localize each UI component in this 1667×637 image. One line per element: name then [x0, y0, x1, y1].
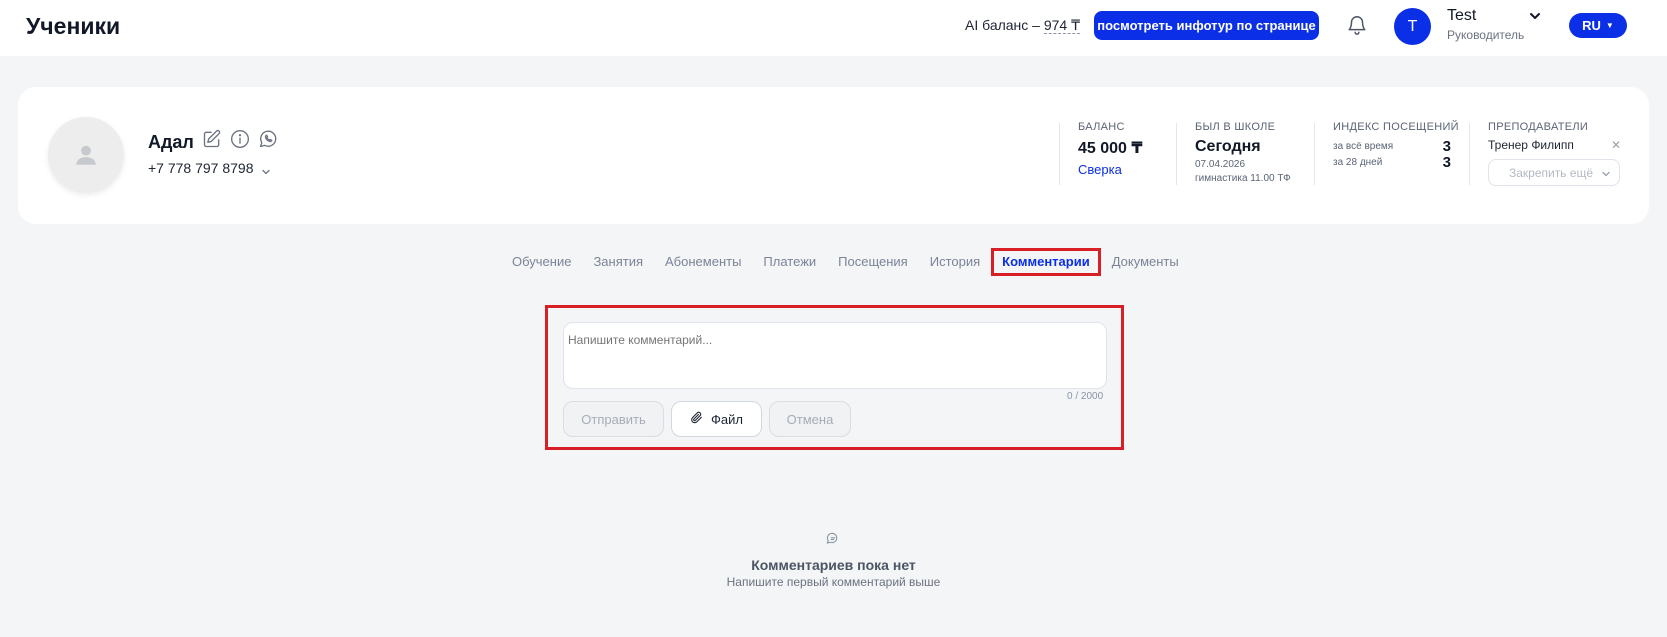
student-phone: +7 778 797 8798	[148, 160, 254, 176]
attendance-stat: ИНДЕКС ПОСЕЩЕНИЙ за всё время 3 за 28 дн…	[1333, 121, 1459, 171]
attendance-row: за 28 дней 3	[1333, 153, 1451, 171]
user-role: Руководитель	[1447, 28, 1525, 42]
send-button[interactable]: Отправить	[563, 401, 664, 437]
tab-payments[interactable]: Платежи	[752, 254, 827, 270]
avatar	[48, 117, 124, 193]
language-button[interactable]: RU ▼	[1569, 13, 1627, 38]
paperclip-icon	[690, 411, 703, 427]
last-seen-date: 07.04.2026	[1195, 159, 1246, 170]
divider	[1314, 123, 1315, 185]
tab-lessons[interactable]: Занятия	[582, 254, 654, 270]
chevron-down-icon	[1601, 168, 1611, 178]
balance-label: БАЛАНС	[1078, 121, 1125, 133]
phone-chevron-down-icon[interactable]	[261, 164, 271, 175]
attendance-value: 3	[1442, 153, 1451, 171]
ai-balance-value[interactable]: 974 ₸	[1043, 17, 1081, 34]
attendance-period: за всё время	[1333, 140, 1394, 152]
teachers-stat: ПРЕПОДАВАТЕЛИ Тренер Филипп ✕ Закрепить …	[1488, 121, 1621, 186]
attendance-value: 3	[1442, 137, 1451, 155]
attach-file-button[interactable]: Файл	[671, 401, 762, 437]
tab-education[interactable]: Обучение	[501, 254, 582, 270]
user-placeholder-icon	[76, 145, 96, 165]
reconciliation-link[interactable]: Сверка	[1078, 162, 1143, 177]
ai-balance: AI баланс – 974 ₸	[965, 17, 1081, 34]
balance-value: 45 000 ₸	[1078, 140, 1143, 157]
student-name: Адал	[148, 132, 194, 152]
user-avatar[interactable]: T	[1394, 8, 1431, 45]
teacher-name: Тренер Филипп	[1488, 138, 1574, 152]
pin-teacher-select[interactable]: Закрепить ещё	[1488, 159, 1620, 186]
page-title: Ученики	[26, 13, 121, 39]
divider	[1176, 123, 1177, 185]
teachers-label: ПРЕПОДАВАТЕЛИ	[1488, 121, 1589, 133]
tab-attendance[interactable]: Посещения	[827, 254, 919, 270]
comment-input[interactable]	[563, 322, 1107, 389]
last-seen-value: Сегодня	[1195, 138, 1261, 155]
balance-stat: БАЛАНС 45 000 ₸ Сверка	[1078, 121, 1143, 177]
caret-down-icon: ▼	[1605, 21, 1614, 30]
language-label: RU	[1582, 18, 1601, 33]
attendance-label: ИНДЕКС ПОСЕЩЕНИЙ	[1333, 121, 1459, 133]
last-seen-label: БЫЛ В ШКОЛЕ	[1195, 121, 1276, 133]
chevron-down-icon[interactable]	[1528, 9, 1542, 23]
infotour-button[interactable]: посмотреть инфотур по странице	[1094, 11, 1319, 40]
last-seen-lesson: гимнастика 11.00 ТФ	[1195, 173, 1291, 184]
file-button-label: Файл	[711, 411, 743, 427]
tab-documents[interactable]: Документы	[1101, 254, 1190, 270]
last-seen-stat: БЫЛ В ШКОЛЕ Сегодня 07.04.2026 гимнастик…	[1195, 121, 1291, 184]
whatsapp-icon[interactable]	[258, 129, 278, 149]
student-tabs: Обучение Занятия Абонементы Платежи Посе…	[501, 248, 1190, 276]
close-icon[interactable]: ✕	[1611, 138, 1621, 152]
empty-state-subtitle: Напишите первый комментарий выше	[726, 575, 941, 589]
char-counter: 0 / 2000	[1067, 391, 1104, 402]
empty-state-title: Комментариев пока нет	[751, 557, 916, 573]
cancel-button[interactable]: Отмена	[769, 401, 851, 437]
student-actions	[202, 129, 278, 149]
tab-subscriptions[interactable]: Абонементы	[654, 254, 752, 270]
info-icon[interactable]	[230, 129, 250, 149]
tab-history[interactable]: История	[919, 254, 991, 270]
tab-comments[interactable]: Комментарии	[991, 248, 1101, 276]
attendance-period: за 28 дней	[1333, 156, 1383, 168]
attendance-row: за всё время 3	[1333, 137, 1451, 155]
top-bar: Ученики AI баланс – 974 ₸ посмотреть инф…	[0, 0, 1667, 56]
user-name[interactable]: Test	[1447, 7, 1476, 25]
teacher-row: Тренер Филипп ✕	[1488, 138, 1621, 152]
student-profile-card: Адал +7 778 797 8798 БАЛАНС 45 000 ₸ Све…	[18, 87, 1649, 224]
divider	[1059, 123, 1060, 185]
ai-balance-label: AI баланс –	[965, 17, 1040, 33]
edit-icon[interactable]	[202, 129, 222, 149]
comment-form: 0 / 2000 Отправить Файл Отмена	[545, 305, 1124, 450]
divider	[1469, 123, 1470, 185]
bell-icon[interactable]	[1346, 14, 1368, 36]
pin-teacher-placeholder: Закрепить ещё	[1508, 165, 1593, 180]
chat-bubbles-icon	[826, 532, 840, 546]
